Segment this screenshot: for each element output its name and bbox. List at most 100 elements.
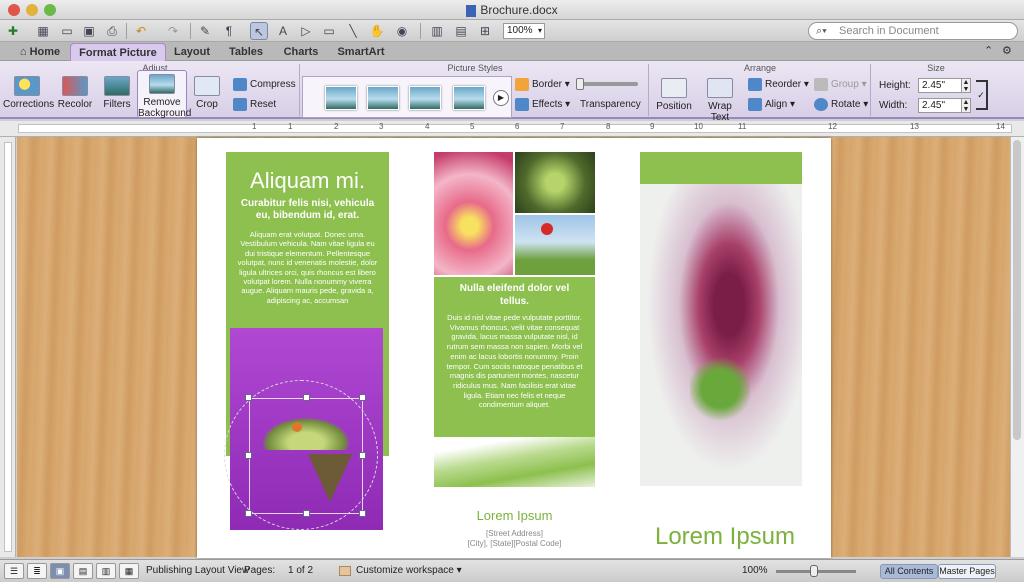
hand-icon[interactable]: ✋ [368, 22, 386, 40]
resize-handle[interactable] [245, 510, 252, 517]
ribbon-settings-icon[interactable]: ⚙ [1002, 44, 1012, 57]
zoom-select[interactable]: 100% ▾ [503, 23, 545, 39]
zoom-slider-handle[interactable] [810, 565, 818, 577]
new-document-icon[interactable]: ✚ [4, 22, 22, 40]
column-1-subtitle: Curabitur felis nisi, vehicula eu, biben… [240, 198, 375, 221]
bouquet-image [640, 184, 802, 486]
collapse-ribbon-icon[interactable]: ⌃ [984, 44, 993, 57]
draft-view-icon[interactable]: ☰ [4, 563, 24, 579]
outline-view-icon[interactable]: ≣ [27, 563, 47, 579]
column-2-wave [434, 437, 595, 487]
status-bar: ☰ ≣ ▣ ▤ ▥ ▦ Publishing Layout View Pages… [0, 559, 1024, 582]
search-icon: ⌕▾ [816, 25, 827, 37]
picture-style-thumbnail[interactable] [453, 86, 485, 110]
master-pages-button[interactable]: Master Pages [938, 564, 996, 579]
group-button[interactable]: Group ▾ [814, 78, 867, 92]
remove-background-button[interactable]: Remove Background [137, 70, 191, 119]
scrollbar-thumb[interactable] [1013, 140, 1021, 440]
recolor-icon [62, 76, 88, 96]
corrections-button[interactable]: Corrections [3, 76, 54, 110]
minimize-window-icon[interactable] [26, 4, 38, 16]
media-icon[interactable]: ◉ [393, 22, 411, 40]
resize-handle[interactable] [359, 510, 366, 517]
toolbox-icon[interactable]: ▤ [452, 22, 470, 40]
chevron-down-icon: ▾ [537, 26, 542, 35]
templates-icon[interactable]: ▦ [34, 22, 52, 40]
tab-charts[interactable]: Charts [280, 43, 322, 61]
all-contents-button[interactable]: All Contents [880, 564, 938, 579]
rotate-button[interactable]: Rotate ▾ [814, 98, 868, 112]
pilcrow-icon[interactable]: ¶ [220, 22, 238, 40]
gallery-next-icon[interactable]: ▶ [493, 90, 509, 106]
resize-handle[interactable] [245, 394, 252, 401]
wrap-text-icon [707, 78, 733, 98]
filters-icon [104, 76, 130, 96]
reorder-button[interactable]: Reorder ▾ [748, 78, 809, 92]
border-button[interactable]: Border ▾ [515, 78, 570, 92]
search-input[interactable]: ⌕▾ Search in Document [808, 22, 1018, 40]
group-title-arrange: Arrange [743, 63, 777, 73]
address-line-1: [Street Address] [486, 529, 543, 538]
picture-style-thumbnail[interactable] [325, 86, 357, 110]
position-button[interactable]: Position [655, 78, 693, 112]
shape-rectangle-icon[interactable]: ▭ [320, 22, 338, 40]
column-2-body: Duis id nisl vitae pede vulputate portti… [446, 313, 583, 410]
save-icon[interactable]: ▣ [80, 22, 98, 40]
undo-icon[interactable]: ↶ [132, 22, 150, 40]
customize-workspace-icon[interactable] [339, 566, 351, 576]
tab-smartart[interactable]: SmartArt [336, 43, 386, 61]
width-stepper[interactable]: ▲ ▼ [961, 98, 971, 113]
full-screen-view-icon[interactable]: ▦ [119, 563, 139, 579]
resize-handle[interactable] [303, 510, 310, 517]
ruler-number: 2 [334, 122, 339, 131]
close-window-icon[interactable] [8, 4, 20, 16]
effects-icon [515, 98, 529, 111]
tab-home[interactable]: ⌂ Home [14, 43, 66, 61]
compress-button[interactable]: Compress [233, 78, 296, 92]
notebook-view-icon[interactable]: ▥ [96, 563, 116, 579]
wrap-text-button[interactable]: Wrap Text [698, 78, 742, 123]
text-box-icon[interactable]: A [274, 22, 292, 40]
tab-tables[interactable]: Tables [226, 43, 266, 61]
picture-style-thumbnail[interactable] [409, 86, 441, 110]
picture-style-thumbnail[interactable] [367, 86, 399, 110]
fern-image [515, 152, 595, 213]
resize-handle[interactable] [359, 452, 366, 459]
ruler-number: 4 [425, 122, 430, 131]
standard-toolbar: ✚ ▦ ▭ ▣ ⎙ ↶ ↷ ✎ ¶ ↖ A ▷ ▭ ╲ ✋ ◉ ▥ ▤ ⊞ 10… [0, 20, 1024, 42]
resize-handle[interactable] [245, 452, 252, 459]
effects-button[interactable]: Effects ▾ [515, 98, 570, 112]
media-browser-icon[interactable]: ⊞ [476, 22, 494, 40]
open-icon[interactable]: ▭ [58, 22, 76, 40]
linked-text-box-icon[interactable]: ▷ [297, 22, 315, 40]
zoom-window-icon[interactable] [44, 4, 56, 16]
resize-handle[interactable] [359, 394, 366, 401]
compress-icon [233, 78, 247, 91]
width-value: 2.45" [922, 100, 946, 111]
window-controls [8, 4, 56, 16]
print-icon[interactable]: ⎙ [103, 22, 121, 40]
transparency-slider-track[interactable] [578, 82, 638, 86]
crop-button[interactable]: Crop [190, 76, 224, 110]
reset-button[interactable]: Reset [233, 98, 276, 112]
align-button[interactable]: Align ▾ [748, 98, 795, 112]
reset-icon [233, 98, 247, 111]
resize-handle[interactable] [303, 394, 310, 401]
lock-aspect-ratio-icon[interactable]: ✓ [976, 80, 988, 110]
filters-button[interactable]: Filters [100, 76, 134, 110]
tab-format-picture[interactable]: Format Picture [70, 43, 166, 61]
selected-picture[interactable] [224, 328, 383, 530]
line-icon[interactable]: ╲ [344, 22, 362, 40]
height-stepper[interactable]: ▲ ▼ [961, 78, 971, 93]
transparency-slider-handle[interactable] [576, 78, 584, 90]
print-layout-view-icon[interactable]: ▤ [73, 563, 93, 579]
sidebar-icon[interactable]: ▥ [428, 22, 446, 40]
format-painter-icon[interactable]: ✎ [196, 22, 214, 40]
publishing-layout-view-icon[interactable]: ▣ [50, 563, 70, 579]
recolor-button[interactable]: Recolor [55, 76, 95, 110]
redo-icon[interactable]: ↷ [164, 22, 182, 40]
pages-label: Pages: [244, 565, 276, 576]
select-arrow-icon[interactable]: ↖ [250, 22, 268, 40]
tab-layout[interactable]: Layout [170, 43, 214, 61]
customize-workspace-button[interactable]: Customize workspace ▾ [356, 565, 462, 576]
